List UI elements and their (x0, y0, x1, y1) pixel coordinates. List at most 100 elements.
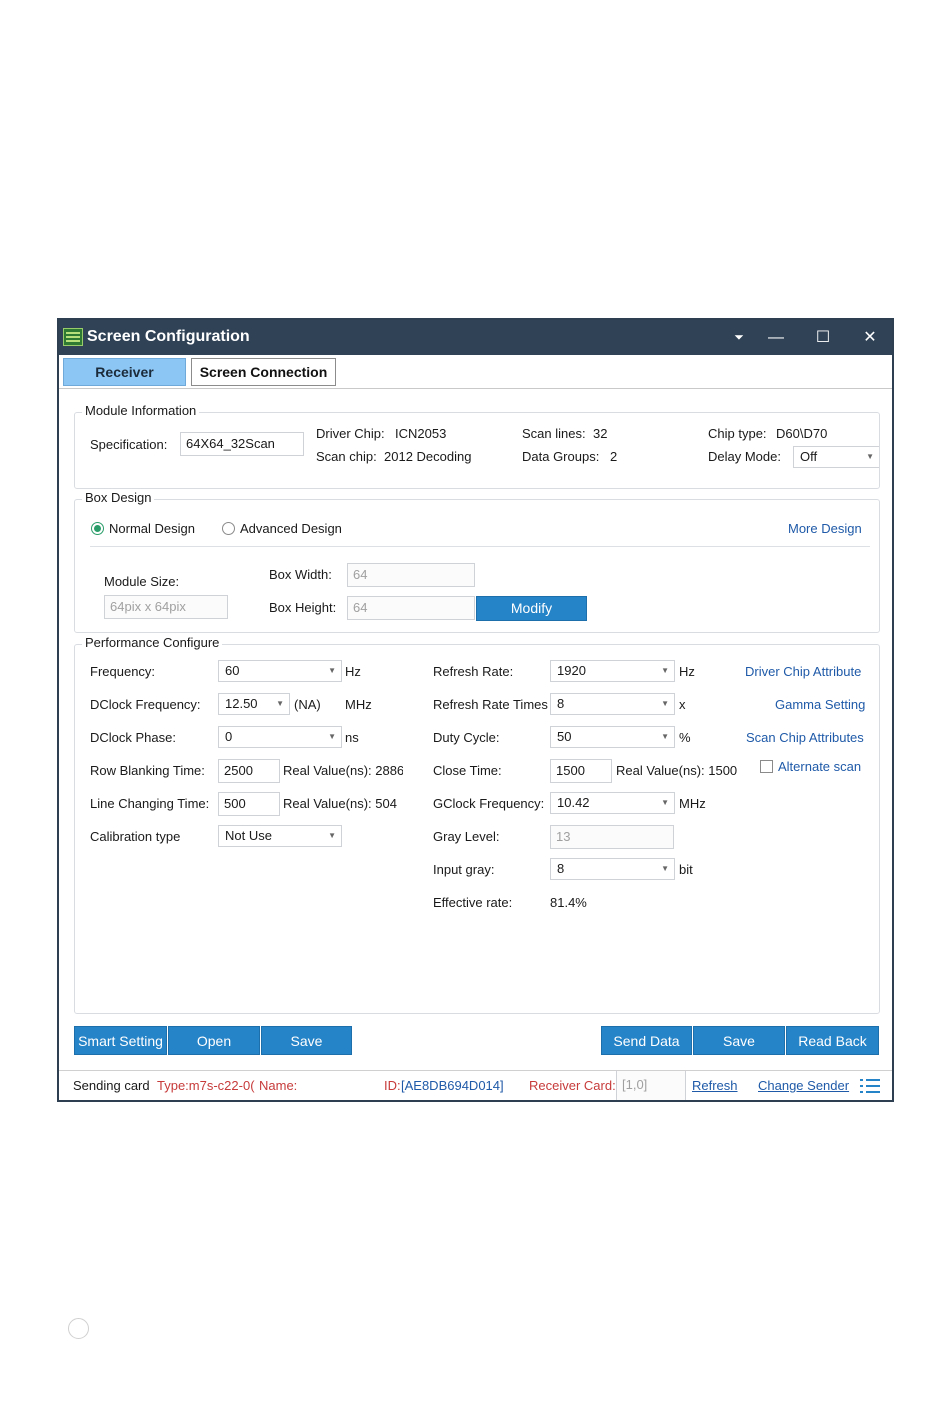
sending-card-label: Sending card (73, 1078, 150, 1093)
window-title: Screen Configuration (87, 328, 250, 345)
close-time-field[interactable]: 1500 (550, 759, 612, 783)
performance-configure-legend: Performance Configure (82, 635, 223, 650)
gclock-frequency-value: 10.42 (557, 795, 590, 810)
normal-design-radio[interactable] (91, 522, 104, 535)
sending-card-name-label: Name: (259, 1078, 298, 1093)
gray-level-field: 13 (550, 825, 674, 849)
gclock-frequency-select[interactable]: 10.42 ▼ (550, 792, 675, 814)
save-right-button[interactable]: Save (693, 1026, 785, 1055)
delay-mode-value: Off (800, 449, 818, 464)
box-width-label: Box Width: (269, 567, 332, 582)
box-height-label: Box Height: (269, 600, 337, 615)
scan-chip-attributes-link[interactable]: Scan Chip Attributes (746, 730, 864, 745)
chevron-down-icon: ▼ (328, 831, 336, 840)
calibration-type-label: Calibration type (90, 829, 181, 844)
driver-chip-value: ICN2053 (395, 426, 447, 441)
chevron-down-icon: ▼ (661, 864, 669, 873)
refresh-rate-select[interactable]: 1920 ▼ (550, 660, 675, 682)
input-gray-unit: bit (679, 862, 693, 877)
effective-rate-value: 81.4% (550, 895, 587, 910)
scan-lines-label: Scan lines: (522, 426, 586, 441)
module-information-legend: Module Information (82, 403, 200, 418)
gclock-frequency-label: GClock Frequency: (433, 796, 545, 811)
chevron-down-icon: ▼ (661, 732, 669, 741)
list-menu-icon[interactable] (860, 1078, 880, 1094)
sending-card-type: Type:m7s-c22-0( (157, 1078, 255, 1093)
module-size-label: Module Size: (104, 574, 180, 589)
read-back-button[interactable]: Read Back (786, 1026, 879, 1055)
refresh-rate-times-select[interactable]: 8 ▼ (550, 693, 675, 715)
receiver-card-field: [1,0] (616, 1071, 686, 1100)
more-design-link[interactable]: More Design (788, 521, 862, 536)
minimize-button[interactable]: — (756, 320, 796, 355)
refresh-link[interactable]: Refresh (692, 1078, 738, 1093)
tab-receiver[interactable]: Receiver (63, 358, 186, 386)
dclock-frequency-select[interactable]: 12.50 ▼ (218, 693, 290, 715)
gray-level-label: Gray Level: (433, 829, 500, 844)
chevron-down-icon: ▼ (276, 699, 284, 708)
tab-bar: Receiver Screen Connection (59, 355, 892, 389)
modify-button[interactable]: Modify (476, 596, 587, 621)
row-blanking-time-label: Row Blanking Time: (90, 763, 205, 778)
tab-screen-connection[interactable]: Screen Connection (191, 358, 336, 386)
refresh-rate-unit: Hz (679, 664, 695, 679)
delay-mode-label: Delay Mode: (708, 449, 781, 464)
input-gray-select[interactable]: 8 ▼ (550, 858, 675, 880)
scan-chip-label: Scan chip: (316, 449, 377, 464)
dclock-na-text: (NA) (294, 697, 321, 712)
box-design-divider (90, 546, 870, 547)
send-data-button[interactable]: Send Data (601, 1026, 692, 1055)
chevron-down-icon: ▼ (661, 666, 669, 675)
advanced-design-label[interactable]: Advanced Design (240, 521, 342, 536)
module-size-field: 64pix x 64pix (104, 595, 228, 619)
refresh-rate-value: 1920 (557, 663, 586, 678)
normal-design-label[interactable]: Normal Design (109, 521, 195, 536)
input-gray-label: Input gray: (433, 862, 495, 877)
frequency-unit: Hz (345, 664, 361, 679)
frequency-select[interactable]: 60 ▼ (218, 660, 342, 682)
advanced-design-radio[interactable] (222, 522, 235, 535)
dclock-frequency-label: DClock Frequency: (90, 697, 201, 712)
dclock-phase-select[interactable]: 0 ▼ (218, 726, 342, 748)
delay-mode-select[interactable]: Off ▼ (793, 446, 879, 468)
close-time-label: Close Time: (433, 763, 502, 778)
chevron-down-icon: ▼ (661, 798, 669, 807)
duty-cycle-select[interactable]: 50 ▼ (550, 726, 675, 748)
refresh-rate-times-unit: x (679, 697, 686, 712)
driver-chip-label: Driver Chip: (316, 426, 385, 441)
close-time-real-value: Real Value(ns): 1500 (616, 763, 738, 778)
dclock-phase-unit: ns (345, 730, 359, 745)
chevron-down-icon: ▼ (328, 732, 336, 741)
calibration-type-select[interactable]: Not Use ▼ (218, 825, 342, 847)
line-changing-time-label: Line Changing Time: (90, 796, 210, 811)
open-button[interactable]: Open (168, 1026, 260, 1055)
save-left-button[interactable]: Save (261, 1026, 352, 1055)
line-changing-time-field[interactable]: 500 (218, 792, 280, 816)
close-button[interactable]: ✕ (850, 320, 890, 355)
status-bar: Sending card Type:m7s-c22-0( Name: ID: [… (59, 1070, 892, 1100)
data-groups-label: Data Groups: (522, 449, 600, 464)
box-width-field: 64 (347, 563, 475, 587)
frequency-value: 60 (225, 663, 240, 678)
alternate-scan-checkbox[interactable] (760, 760, 773, 773)
chip-type-value: D60\D70 (776, 426, 828, 441)
duty-cycle-value: 50 (557, 729, 572, 744)
calibration-type-value: Not Use (225, 828, 272, 843)
smart-setting-button[interactable]: Smart Setting (74, 1026, 167, 1055)
data-groups-value: 2 (610, 449, 618, 464)
gamma-setting-link[interactable]: Gamma Setting (775, 697, 865, 712)
row-blanking-time-field[interactable]: 2500 (218, 759, 280, 783)
alternate-scan-label[interactable]: Alternate scan (778, 759, 861, 774)
driver-chip-attribute-link[interactable]: Driver Chip Attribute (745, 664, 861, 679)
dclock-phase-label: DClock Phase: (90, 730, 176, 745)
input-gray-value: 8 (557, 861, 565, 876)
title-bar: Screen Configuration ⏷ — ☐ ✕ (59, 320, 892, 355)
duty-cycle-unit: % (679, 730, 691, 745)
specification-field[interactable]: 64X64_32Scan (180, 432, 304, 456)
circle-icon (68, 1318, 89, 1339)
screen-configuration-window: Screen Configuration ⏷ — ☐ ✕ Receiver Sc… (57, 318, 894, 1102)
line-changing-real-value: Real Value(ns): 504 (283, 796, 397, 811)
menu-dropdown-icon[interactable]: ⏷ (719, 320, 759, 355)
maximize-button[interactable]: ☐ (803, 320, 843, 355)
change-sender-link[interactable]: Change Sender (758, 1078, 849, 1093)
